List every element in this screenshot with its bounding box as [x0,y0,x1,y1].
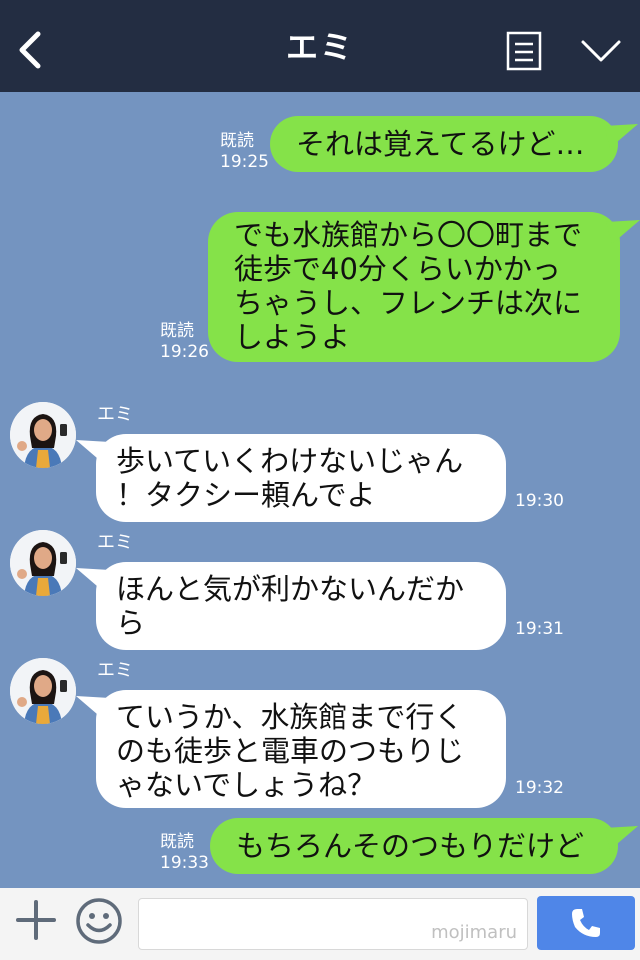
chat-title: エミ [285,28,354,66]
chevron-down-icon[interactable] [580,38,622,64]
person-avatar-icon [10,402,76,468]
read-receipt: 既読 19:25 [220,131,269,172]
plus-icon[interactable] [14,898,58,942]
person-avatar-icon [10,658,76,724]
read-receipt: 既読 19:26 [160,321,209,362]
avatar[interactable] [10,658,76,724]
message-bubble-sent[interactable]: それは覚えてるけど… [270,116,638,172]
sender-name: エミ [97,660,133,681]
message-input-bar: mojimaru [0,888,640,960]
watermark-text: mojimaru [431,922,517,943]
avatar[interactable] [10,530,76,596]
sender-name: エミ [97,532,133,553]
emoji-icon[interactable] [74,896,124,946]
avatar[interactable] [10,402,76,468]
person-avatar-icon [10,530,76,596]
sender-name: エミ [97,404,133,425]
message-time: 19:31 [515,619,564,639]
message-time: 19:32 [515,778,564,798]
message-bubble-received[interactable]: ほんと気が利かないんだか ら [76,562,506,650]
read-receipt: 既読 19:33 [160,832,209,873]
message-bubble-sent[interactable]: もちろんそのつもりだけど [210,818,638,874]
chat-area[interactable]: 既読 19:25 それは覚えてるけど… 既読 19:26 でも水族館から〇〇町ま… [0,92,640,888]
message-time: 19:30 [515,491,564,511]
call-button[interactable] [537,896,635,950]
message-bubble-received[interactable]: ていうか、水族館まで行く のも徒歩と電車のつもりじ ゃないでしょうね？ [76,690,506,808]
message-bubble-received[interactable]: 歩いていくわけないじゃん ！タクシー頼んでよ [76,434,506,522]
chat-header: エミ [0,0,640,92]
message-input[interactable]: mojimaru [138,898,528,950]
menu-list-icon[interactable] [506,31,542,71]
message-bubble-sent[interactable]: でも水族館から〇〇町まで 徒歩で40分くらいかかっ ちゃうし、フレンチは次に し… [208,212,640,362]
phone-icon [572,909,600,937]
